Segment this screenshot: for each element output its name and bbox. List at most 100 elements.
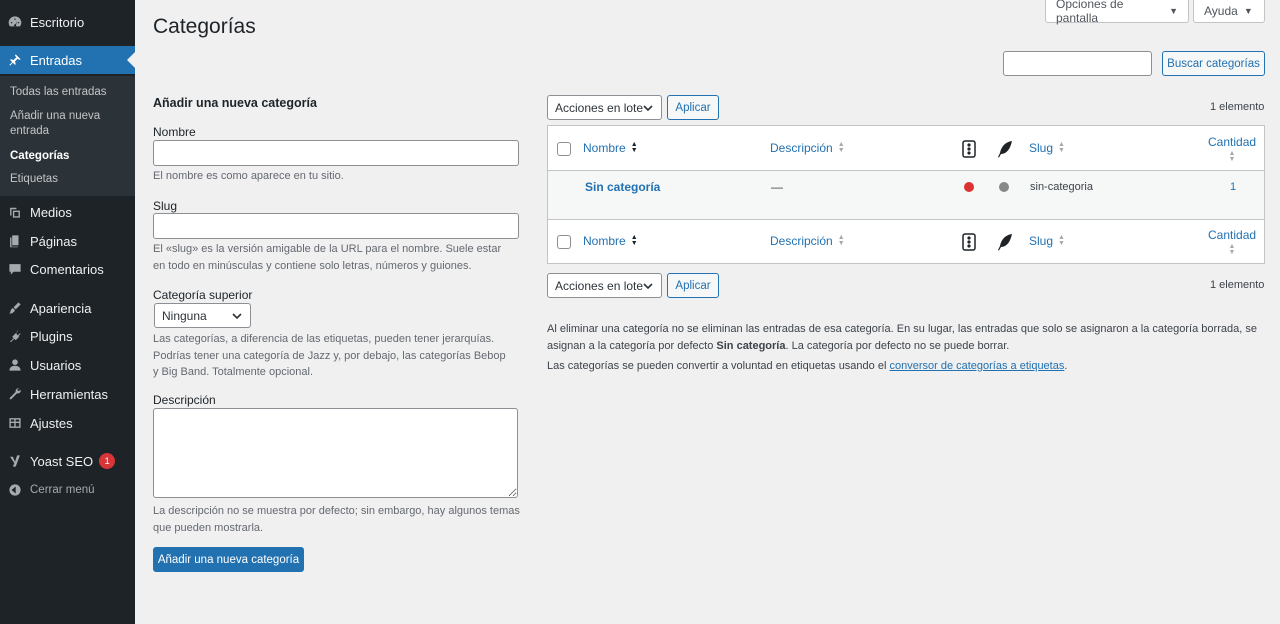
- column-description-label: Descripción: [770, 141, 833, 155]
- seo-score-column-header[interactable]: [962, 140, 976, 158]
- select-all-checkbox[interactable]: [557, 142, 571, 156]
- screen-options-button[interactable]: Opciones de pantalla ▼: [1045, 0, 1189, 25]
- sort-arrows-icon: ▲ ▼: [630, 141, 638, 154]
- sidebar-item-comentarios[interactable]: Comentarios: [0, 255, 135, 283]
- description-help: La descripción no se muestra por defecto…: [153, 505, 520, 534]
- category-tag-converter-link[interactable]: conversor de categorías a etiquetas: [889, 360, 1064, 372]
- sidebar-item-entradas[interactable]: Entradas: [0, 46, 135, 74]
- chevron-down-icon: [232, 313, 242, 320]
- sort-arrows-icon: ▲ ▼: [837, 234, 845, 247]
- column-slug-label: Slug: [1029, 234, 1054, 248]
- parent-category-select[interactable]: Ninguna: [154, 303, 251, 328]
- caret-down-icon: ▼: [1169, 6, 1178, 16]
- convert-categories-note: Las categorías se pueden convertir a vol…: [547, 358, 1267, 375]
- submenu-tags[interactable]: Etiquetas: [10, 172, 125, 187]
- sidebar-item-paginas[interactable]: Páginas: [0, 227, 135, 255]
- sidebar-item-plugins[interactable]: Plugins: [0, 322, 135, 350]
- column-count-label: Cantidad: [1208, 135, 1257, 149]
- column-count-label: Cantidad: [1208, 228, 1257, 242]
- sidebar-item-label: Ajustes: [30, 415, 73, 431]
- submenu-categories[interactable]: Categorías: [10, 149, 125, 164]
- sidebar-item-apariencia[interactable]: Apariencia: [0, 294, 135, 322]
- bulk-actions-select-top[interactable]: Acciones en lote: [547, 95, 662, 120]
- readability-column-footer[interactable]: [997, 233, 1013, 251]
- bulk-actions-value: Acciones en lote: [555, 100, 644, 115]
- sort-arrows-icon: ▲ ▼: [1228, 243, 1236, 256]
- column-count-header[interactable]: Cantidad ▲ ▼: [1208, 135, 1256, 163]
- settings-icon: [8, 416, 22, 430]
- description-label: Descripción: [153, 393, 216, 407]
- seo-score-column-footer[interactable]: [962, 233, 976, 251]
- slug-field[interactable]: [153, 213, 519, 239]
- table-row: Sin categoría — sin-categoria 1: [548, 171, 1264, 220]
- default-category-name: Sin categoría: [716, 339, 786, 352]
- collapse-menu-label: Cerrar menú: [30, 484, 95, 496]
- readability-column-header[interactable]: [997, 140, 1013, 158]
- category-slug: sin-categoria: [1030, 181, 1093, 193]
- traffic-light-icon: [962, 140, 976, 158]
- bulk-actions-select-bottom[interactable]: Acciones en lote: [547, 273, 662, 298]
- apply-button-top[interactable]: Aplicar: [667, 95, 719, 120]
- description-field[interactable]: [153, 408, 518, 498]
- comments-icon: [8, 262, 22, 276]
- sort-arrows-icon: ▲ ▼: [630, 234, 638, 247]
- note-text: .: [1064, 360, 1068, 372]
- feather-icon: [998, 141, 1012, 158]
- submenu-add-new-post[interactable]: Añadir una nueva entrada: [10, 109, 125, 139]
- sidebar-item-label: Apariencia: [30, 300, 92, 316]
- sidebar-item-herramientas[interactable]: Herramientas: [0, 380, 135, 408]
- sidebar-item-yoast-seo[interactable]: Yoast SEO 1: [0, 447, 135, 475]
- column-description-header[interactable]: Descripción ▲ ▼: [770, 141, 845, 155]
- category-description: —: [771, 180, 783, 194]
- sort-arrows-icon: ▲ ▼: [837, 141, 845, 154]
- search-categories-button[interactable]: Buscar categorías: [1162, 51, 1265, 76]
- search-input[interactable]: [1003, 51, 1152, 76]
- sidebar-item-label: Páginas: [30, 233, 77, 249]
- column-slug-footer[interactable]: Slug ▲ ▼: [1029, 234, 1065, 248]
- sidebar-item-label: Escritorio: [30, 14, 85, 30]
- select-all-checkbox-footer[interactable]: [557, 235, 571, 249]
- column-count-footer[interactable]: Cantidad ▲ ▼: [1208, 228, 1256, 256]
- bulk-actions-value: Acciones en lote: [555, 278, 644, 293]
- sidebar-item-label: Comentarios: [30, 261, 104, 277]
- category-count-link[interactable]: 1: [1230, 181, 1236, 193]
- sidebar-item-label: Yoast SEO: [30, 453, 94, 469]
- sidebar-item-usuarios[interactable]: Usuarios: [0, 351, 135, 379]
- parent-category-help: Las categorías, a diferencia de las etiq…: [153, 333, 506, 378]
- screen-options-label: Opciones de pantalla: [1056, 0, 1124, 25]
- column-name-label: Nombre: [583, 234, 626, 248]
- sidebar-item-label: Plugins: [30, 328, 73, 344]
- delete-category-note: Al eliminar una categoría no se eliminan…: [547, 321, 1267, 354]
- sort-arrows-icon: ▲ ▼: [1058, 234, 1065, 247]
- readability-score-dot: [999, 182, 1009, 192]
- caret-down-icon: ▼: [1243, 6, 1253, 16]
- sidebar-item-escritorio[interactable]: Escritorio: [0, 8, 135, 36]
- table-footer-row: Nombre ▲ ▼ Descripción ▲ ▼ Slug ▲ ▼ Cantida…: [548, 220, 1264, 264]
- column-name-label: Nombre: [583, 141, 626, 155]
- note-text: . La categoría por defecto no se puede b…: [785, 339, 1010, 352]
- notification-badge: 1: [99, 453, 116, 469]
- apply-button-bottom[interactable]: Aplicar: [667, 273, 719, 298]
- media-icon: [8, 205, 22, 219]
- sidebar-item-medios[interactable]: Medios: [0, 198, 135, 226]
- pages-icon: [8, 234, 22, 248]
- help-label: Ayuda: [1204, 4, 1238, 18]
- items-count-top: 1 elemento: [1210, 101, 1265, 113]
- submenu-all-posts[interactable]: Todas las entradas: [10, 85, 125, 100]
- column-name-header[interactable]: Nombre ▲ ▼: [583, 141, 638, 155]
- sort-arrows-icon: ▲ ▼: [1228, 150, 1236, 163]
- parent-category-label: Categoría superior: [153, 288, 253, 302]
- users-icon: [8, 358, 22, 372]
- seo-score-dot: [964, 182, 974, 192]
- category-name-link[interactable]: Sin categoría: [585, 180, 660, 194]
- collapse-menu-button[interactable]: Cerrar menú: [0, 476, 135, 504]
- column-name-footer[interactable]: Nombre ▲ ▼: [583, 234, 638, 248]
- column-slug-header[interactable]: Slug ▲ ▼: [1029, 141, 1065, 155]
- add-new-category-button[interactable]: Añadir una nueva categoría: [153, 547, 304, 572]
- name-field[interactable]: [153, 140, 519, 166]
- sidebar-item-label: Entradas: [30, 52, 83, 68]
- sidebar-item-label: Herramientas: [30, 386, 109, 402]
- sidebar-item-ajustes[interactable]: Ajustes: [0, 409, 135, 437]
- column-description-footer[interactable]: Descripción ▲ ▼: [770, 234, 845, 248]
- help-button[interactable]: Ayuda ▼: [1193, 0, 1265, 23]
